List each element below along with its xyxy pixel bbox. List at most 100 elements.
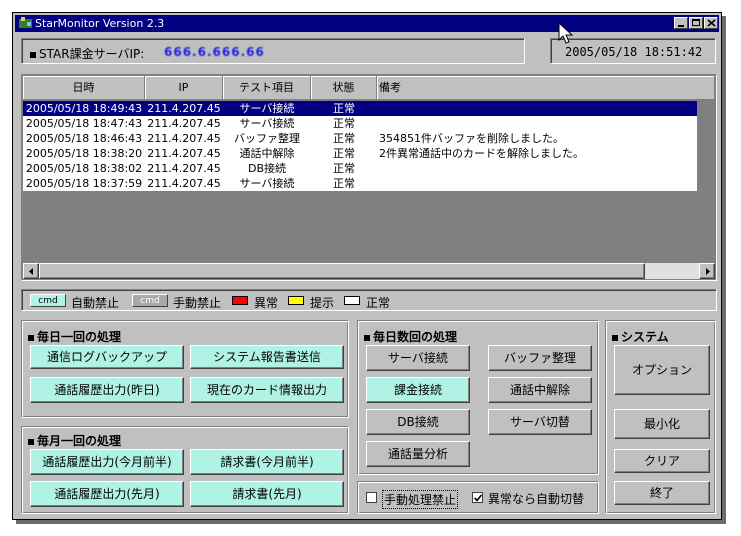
daily-multi-title: 毎日数回の処理 — [364, 328, 457, 345]
cell-remarks — [379, 101, 697, 116]
cell-test-item: バッファ整理 — [234, 132, 300, 145]
scroll-left-button[interactable] — [23, 263, 39, 279]
maximize-button[interactable] — [689, 17, 703, 29]
window-title: StarMonitor Version 2.3 — [35, 17, 165, 30]
current-datetime: 2005/05/18 18:51:42 — [565, 45, 703, 59]
scroll-right-button[interactable] — [699, 263, 715, 279]
daily-multi-group: 毎日数回の処理 サーバ接続 バッファ整理 課金接続 通話中解除 DB接続 サーバ… — [357, 320, 599, 475]
db-connect-button[interactable]: DB接続 — [366, 409, 470, 435]
column-header-datetime[interactable]: 日時 — [23, 76, 145, 100]
column-header-remarks[interactable]: 備考 — [377, 76, 715, 100]
column-header-ip[interactable]: IP — [145, 76, 223, 100]
table-row[interactable]: 2005/05/18 18:37:59 211.4.207.45 サーバ接続 正… — [23, 176, 697, 191]
server-ip-panel: STAR課金サーバIP: 666.6.666.66 — [21, 38, 525, 64]
billing-connect-button[interactable]: 課金接続 — [366, 377, 470, 403]
cell-test-item: DB接続 — [247, 162, 287, 175]
column-header-status[interactable]: 状態 — [311, 76, 377, 100]
minimize-app-button[interactable]: 最小化 — [614, 409, 710, 439]
close-button[interactable] — [704, 17, 718, 29]
options-panel: 手動処理禁止 異常なら自動切替 — [357, 481, 599, 514]
server-switch-button[interactable]: サーバ切替 — [488, 409, 592, 435]
legend-normal-swatch — [344, 296, 360, 305]
legend-auto-disable: 自動禁止 — [71, 296, 120, 310]
cell-status: 正常 — [333, 162, 355, 175]
cell-ip: 211.4.207.45 — [147, 132, 221, 145]
cell-remarks — [379, 161, 697, 176]
daily-once-title: 毎日一回の処理 — [28, 328, 121, 345]
cell-remarks: 2件異常通話中のカードを解除しました。 — [379, 147, 584, 160]
arrow-right-icon — [706, 268, 710, 275]
release-in-call-button[interactable]: 通話中解除 — [488, 377, 592, 403]
options-button[interactable]: オプション — [614, 345, 710, 395]
monthly-once-group: 毎月一回の処理 通話履歴出力(今月前半) 請求書(今月前半) 通話履歴出力(先月… — [21, 426, 349, 514]
arrow-left-icon — [29, 268, 33, 275]
app-icon — [19, 17, 32, 28]
server-ip-value: 666.6.666.66 — [164, 45, 265, 59]
mouse-cursor-icon — [558, 22, 574, 44]
system-title: システム — [612, 328, 669, 345]
clear-button[interactable]: クリア — [614, 449, 710, 473]
close-icon — [707, 19, 716, 27]
manual-disable-checkbox[interactable] — [366, 492, 377, 503]
invoice-this-month-button[interactable]: 請求書(今月前半) — [190, 449, 344, 475]
daily-once-group: 毎日一回の処理 通信ログバックアップ システム報告書送信 通話履歴出力(昨日) … — [21, 320, 349, 418]
checkmark-icon — [474, 494, 482, 502]
table-row[interactable]: 2005/05/18 18:38:20 211.4.207.45 通話中解除 正… — [23, 146, 697, 161]
table-row[interactable]: 2005/05/18 18:46:43 211.4.207.45 バッファ整理 … — [23, 131, 697, 146]
exit-button[interactable]: 終了 — [614, 481, 710, 505]
minimize-button[interactable] — [674, 17, 688, 29]
cell-test-item: サーバ接続 — [239, 177, 295, 190]
call-history-last-month-button[interactable]: 通話履歴出力(先月) — [30, 481, 184, 507]
column-header-test-item[interactable]: テスト項目 — [223, 76, 311, 100]
current-card-info-button[interactable]: 現在のカード情報出力 — [190, 377, 344, 403]
comm-log-backup-button[interactable]: 通信ログバックアップ — [30, 345, 184, 369]
title-bar[interactable]: StarMonitor Version 2.3 — [15, 15, 719, 32]
legend-abnormal: 異常 — [254, 296, 279, 310]
server-connect-button[interactable]: サーバ接続 — [366, 345, 470, 371]
cell-datetime: 2005/05/18 18:38:20 — [25, 147, 143, 160]
legend-manual-disable: 手動禁止 — [173, 296, 222, 310]
cell-ip: 211.4.207.45 — [147, 102, 221, 115]
table-header: 日時 IP テスト項目 状態 備考 — [23, 76, 715, 100]
table-row[interactable]: 2005/05/18 18:47:43 211.4.207.45 サーバ接続 正… — [23, 116, 697, 131]
buffer-cleanup-button[interactable]: バッファ整理 — [488, 345, 592, 371]
cell-test-item: サーバ接続 — [239, 102, 295, 115]
table-body: 2005/05/18 18:49:43 211.4.207.45 サーバ接続 正… — [23, 101, 697, 191]
table-row[interactable]: 2005/05/18 18:49:43 211.4.207.45 サーバ接続 正… — [23, 101, 697, 116]
auto-switch-checkbox[interactable] — [472, 492, 483, 503]
invoice-last-month-button[interactable]: 請求書(先月) — [190, 481, 344, 507]
system-report-send-button[interactable]: システム報告書送信 — [190, 345, 344, 369]
cell-ip: 211.4.207.45 — [147, 147, 221, 160]
manual-cmd-sample: cmd — [132, 294, 168, 307]
cell-ip: 211.4.207.45 — [147, 177, 221, 190]
scroll-thumb[interactable] — [39, 263, 645, 279]
legend-panel: cmd 自動禁止 cmd 手動禁止 異常 提示 正常 — [21, 289, 717, 311]
cell-test-item: 通話中解除 — [239, 147, 295, 160]
cell-datetime: 2005/05/18 18:49:43 — [25, 102, 143, 115]
system-group: システム オプション 最小化 クリア 終了 — [605, 320, 716, 514]
cell-status: 正常 — [333, 132, 355, 145]
cell-remarks — [379, 116, 697, 131]
horizontal-scrollbar[interactable] — [23, 263, 715, 279]
minimize-icon — [678, 25, 684, 27]
cell-status: 正常 — [333, 102, 355, 115]
cell-datetime: 2005/05/18 18:38:02 — [25, 162, 143, 175]
call-volume-analysis-button[interactable]: 通話量分析 — [366, 441, 470, 467]
monthly-once-title: 毎月一回の処理 — [28, 432, 121, 449]
cell-ip: 211.4.207.45 — [147, 162, 221, 175]
manual-disable-label[interactable]: 手動処理禁止 — [382, 490, 459, 509]
cell-ip: 211.4.207.45 — [147, 117, 221, 130]
cell-status: 正常 — [333, 147, 355, 160]
legend-normal: 正常 — [366, 296, 391, 310]
auto-switch-label[interactable]: 異常なら自動切替 — [488, 490, 584, 507]
table-row[interactable]: 2005/05/18 18:38:02 211.4.207.45 DB接続 正常 — [23, 161, 697, 176]
server-ip-label: STAR課金サーバIP: — [30, 45, 144, 62]
log-table[interactable]: 日時 IP テスト項目 状態 備考 2005/05/18 18:49:43 21… — [21, 74, 717, 281]
legend-notice: 提示 — [310, 296, 335, 310]
call-history-this-month-button[interactable]: 通話履歴出力(今月前半) — [30, 449, 184, 475]
call-history-yesterday-button[interactable]: 通話履歴出力(昨日) — [30, 377, 184, 403]
cell-datetime: 2005/05/18 18:47:43 — [25, 117, 143, 130]
auto-cmd-sample: cmd — [30, 294, 66, 307]
cell-status: 正常 — [333, 117, 355, 130]
cell-remarks — [379, 176, 697, 191]
